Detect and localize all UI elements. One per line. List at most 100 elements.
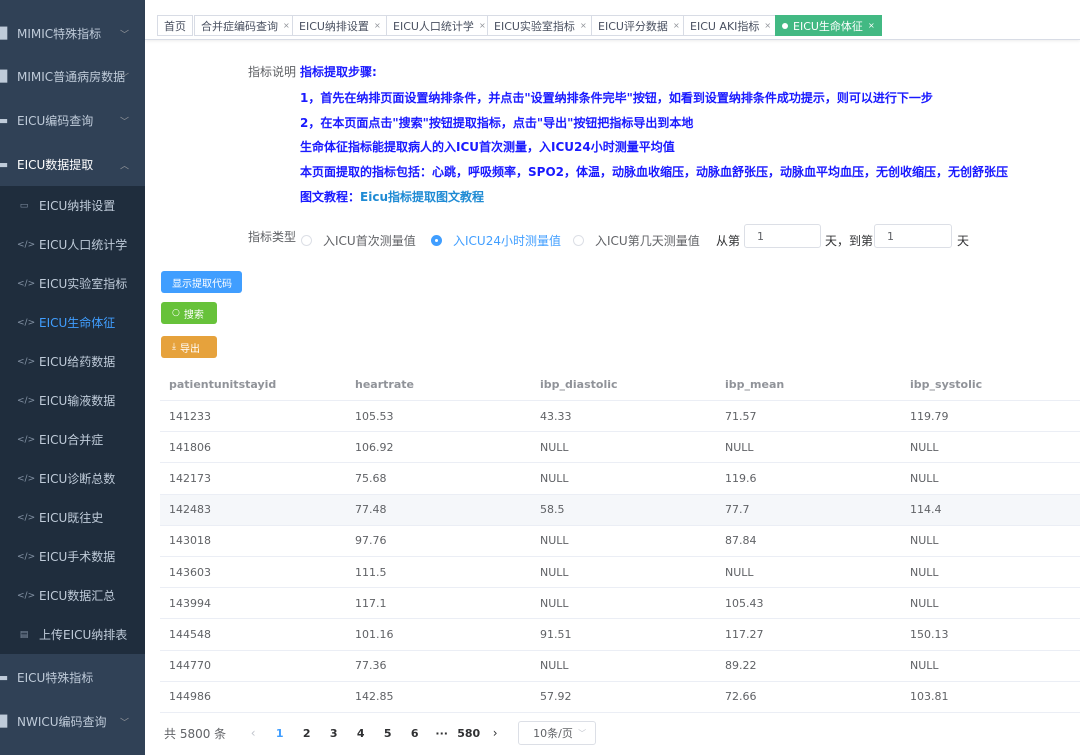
table-cell: 144548 xyxy=(169,627,211,641)
total-count: 共 5800 条 xyxy=(164,726,227,741)
chevron-down-icon: ﹀ xyxy=(119,718,129,729)
tag-label: 合并症编码查询 xyxy=(201,19,278,33)
sidebar-item-eicu-vitals[interactable]: </> EICU生命体征 xyxy=(0,303,145,342)
bar-chart-icon: ▐▌ xyxy=(0,70,12,84)
menu-label: MIMIC普通病房数据 xyxy=(17,70,126,85)
next-page-icon[interactable]: › xyxy=(488,726,502,740)
close-icon[interactable]: × xyxy=(479,21,486,30)
tag-eicu-aki[interactable]: EICU AKI指标 × xyxy=(683,15,779,36)
table-cell: NULL xyxy=(910,471,939,485)
table-row[interactable]: 142483 77.48 58.5 77.7 114.4 xyxy=(160,494,1080,526)
description-label: 指标说明 xyxy=(248,65,297,79)
menu-eicu-extract[interactable]: ▬ EICU数据提取 ︿ xyxy=(0,143,145,187)
tag-eicu-demographics[interactable]: EICU人口统计学 × xyxy=(386,15,493,36)
tag-eicu-score[interactable]: EICU评分数据 × xyxy=(591,15,687,36)
sidebar-item-eicu-infusion[interactable]: </> EICU输液数据 xyxy=(0,381,145,420)
radio-24h-measurement[interactable]: 入ICU24小时测量值 xyxy=(431,232,561,249)
close-icon[interactable]: × xyxy=(580,21,587,30)
table-cell: 75.68 xyxy=(355,471,387,485)
close-icon[interactable]: × xyxy=(673,21,680,30)
submenu-eicu-extract: ▭ EICU纳排设置 </> EICU人口统计学 </> EICU实验室指标 <… xyxy=(0,186,145,654)
table-cell: NULL xyxy=(725,565,754,579)
code-icon: </> xyxy=(17,551,36,562)
prev-page-icon[interactable]: ‹ xyxy=(246,726,260,740)
sidebar-item-eicu-comorbidity[interactable]: </> EICU合并症 xyxy=(0,420,145,459)
menu-label: NWICU编码查询 xyxy=(17,715,107,730)
column-header: heartrate xyxy=(355,378,414,391)
code-icon: </> xyxy=(17,395,36,406)
menu-mimic-ward[interactable]: ▐▌ MIMIC普通病房数据 ﹀ xyxy=(0,55,145,99)
tags-view: 首页 合并症编码查询 × EICU纳排设置 × EICU人口统计学 × EICU… xyxy=(145,0,1080,40)
sidebar-item-eicu-history[interactable]: </> EICU既往史 xyxy=(0,498,145,537)
table-row[interactable]: 142173 75.68 NULL 119.6 NULL xyxy=(160,463,1080,495)
table-cell: 119.6 xyxy=(725,471,757,485)
sidebar-item-eicu-lab[interactable]: </> EICU实验室指标 xyxy=(0,264,145,303)
tag-eicu-lab[interactable]: EICU实验室指标 × xyxy=(487,15,594,36)
to-day-input[interactable] xyxy=(874,224,952,248)
chevron-down-icon: ﹀ xyxy=(578,728,587,738)
tutorial-link[interactable]: Eicu指标提取图文教程 xyxy=(360,190,484,204)
page-number[interactable]: 3 xyxy=(320,727,347,740)
tag-eicu-inclusion[interactable]: EICU纳排设置 × xyxy=(292,15,388,36)
code-icon: </> xyxy=(17,434,36,445)
table-cell: 117.27 xyxy=(725,627,764,641)
radio-first-measurement[interactable]: 入ICU首次测量值 xyxy=(301,232,416,249)
page-size-select[interactable]: 10条/页 ﹀ xyxy=(518,721,597,745)
menu-label: EICU特殊指标 xyxy=(17,671,94,686)
tag-comorbidity-code[interactable]: 合并症编码查询 × xyxy=(194,15,297,36)
search-button[interactable]: ○ 搜索 xyxy=(161,302,217,324)
sidebar-item-upload-eicu-table[interactable]: ▤ 上传EICU纳排表 xyxy=(0,615,145,654)
tag-home[interactable]: 首页 xyxy=(157,15,193,36)
page-number[interactable]: 1 xyxy=(266,727,293,740)
menu-eicu-code[interactable]: ▬ EICU编码查询 ﹀ xyxy=(0,99,145,143)
from-day-input[interactable] xyxy=(744,224,821,248)
page-number[interactable]: 580 xyxy=(455,727,482,740)
table-cell: 77.48 xyxy=(355,503,387,517)
table-row[interactable]: 143603 111.5 NULL NULL NULL xyxy=(160,557,1080,589)
table-row[interactable]: 143994 117.1 NULL 105.43 NULL xyxy=(160,588,1080,620)
radio-nth-day-measurement[interactable]: 入ICU第几天测量值 xyxy=(573,232,700,249)
radio-circle xyxy=(301,235,312,246)
radio-label: 入ICU第几天测量值 xyxy=(595,234,700,248)
tutorial-prefix: 图文教程： xyxy=(300,190,361,204)
close-icon[interactable]: × xyxy=(868,21,875,30)
table-row[interactable]: 144548 101.16 91.51 117.27 150.13 xyxy=(160,619,1080,651)
export-button[interactable]: ⤓ 导出 xyxy=(161,336,217,358)
table-cell: 58.5 xyxy=(540,503,565,517)
show-code-button[interactable]: 显示提取代码 xyxy=(161,271,242,293)
table-row[interactable]: 144986 142.85 57.92 72.66 103.81 xyxy=(160,682,1080,713)
description-step1: 1，首先在纳排页面设置纳排条件，并点击"设置纳排条件完毕"按钮，如看到设置纳排条… xyxy=(300,91,933,105)
active-dot-icon xyxy=(782,22,788,29)
tag-eicu-vitals[interactable]: EICU生命体征 × xyxy=(775,15,882,36)
sidebar-item-eicu-medication[interactable]: </> EICU给药数据 xyxy=(0,342,145,381)
sidebar-item-eicu-demographics[interactable]: </> EICU人口统计学 xyxy=(0,225,145,264)
tag-label: EICU实验室指标 xyxy=(494,19,575,33)
menu-eicu-special[interactable]: ▬ EICU特殊指标 xyxy=(0,656,145,700)
menu-label: MIMIC特殊指标 xyxy=(17,27,102,42)
menu-mimic-special[interactable]: ▐▌ MIMIC特殊指标 ﹀ xyxy=(0,12,145,56)
sidebar-item-eicu-diagnosis-count[interactable]: </> EICU诊断总数 xyxy=(0,459,145,498)
close-icon[interactable]: × xyxy=(374,21,381,30)
table-row[interactable]: 141806 106.92 NULL NULL NULL xyxy=(160,432,1080,464)
table-cell: 111.5 xyxy=(355,565,387,579)
pagination: 共 5800 条 ‹ 1 2 3 4 5 6 ··· 580 › 10条/页 ﹀ xyxy=(164,721,597,745)
table-cell: 141806 xyxy=(169,440,211,454)
more-pages[interactable]: ··· xyxy=(428,727,455,740)
column-header: patientunitstayid xyxy=(169,378,277,391)
sidebar-item-eicu-inclusion[interactable]: ▭ EICU纳排设置 xyxy=(0,186,145,225)
tag-label: EICU生命体征 xyxy=(793,19,863,33)
table-row[interactable]: 143018 97.76 NULL 87.84 NULL xyxy=(160,526,1080,557)
sidebar-item-eicu-surgery[interactable]: </> EICU手术数据 xyxy=(0,537,145,576)
close-icon[interactable]: × xyxy=(764,21,771,30)
table-row[interactable]: 141233 105.53 43.33 71.57 119.79 xyxy=(160,401,1080,433)
sidebar-item-eicu-summary[interactable]: </> EICU数据汇总 xyxy=(0,576,145,615)
button-label: 显示提取代码 xyxy=(172,278,232,290)
page-number[interactable]: 4 xyxy=(347,727,374,740)
table-row[interactable]: 144770 77.36 NULL 89.22 NULL xyxy=(160,651,1080,682)
close-icon[interactable]: × xyxy=(283,21,290,30)
page-number[interactable]: 6 xyxy=(401,727,428,740)
page-number[interactable]: 5 xyxy=(374,727,401,740)
page-number[interactable]: 2 xyxy=(293,727,320,740)
menu-nwicu-code[interactable]: ▐▌ NWICU编码查询 ﹀ xyxy=(0,700,145,744)
chevron-down-icon: ﹀ xyxy=(119,73,129,84)
